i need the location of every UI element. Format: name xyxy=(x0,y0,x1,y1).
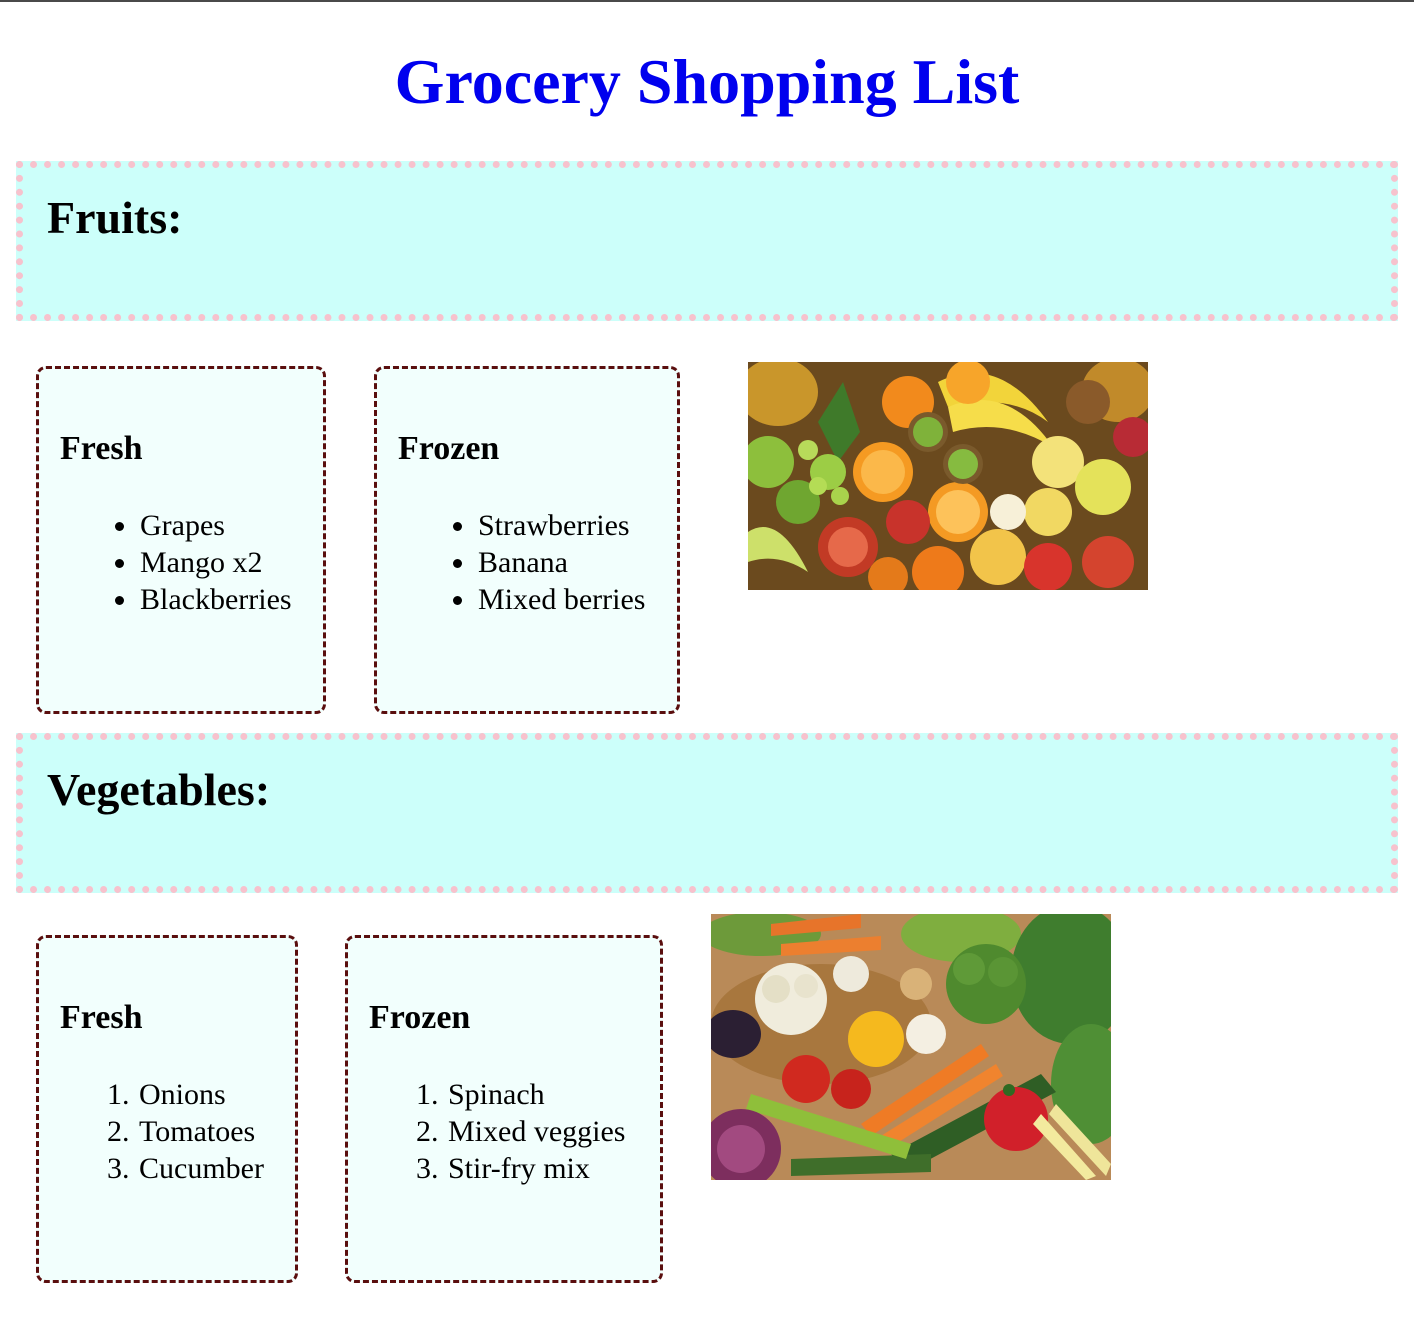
card-heading: Fresh xyxy=(60,430,143,467)
section-vegetables: Vegetables: xyxy=(16,733,1398,893)
list-item: 2. Mixed veggies xyxy=(416,1113,625,1150)
section-heading-vegetables: Vegetables: xyxy=(47,764,271,815)
list-item: Grapes xyxy=(115,507,292,544)
card-heading: Frozen xyxy=(398,430,500,467)
section-fruits: Fruits: xyxy=(16,161,1398,321)
bullet-list: Strawberries Banana Mixed berries xyxy=(452,507,646,618)
section-heading-fruits: Fruits: xyxy=(47,192,183,243)
vegetables-fresh-card: Fresh 1. Onions 2. Tomatoes 3. Cucumber xyxy=(36,935,298,1283)
fruits-fresh-card: Fresh Grapes Mango x2 Blackberries xyxy=(36,366,326,714)
list-item: Mango x2 xyxy=(115,544,292,581)
list-marker: 1. xyxy=(107,1078,130,1111)
bullet-list: Grapes Mango x2 Blackberries xyxy=(115,507,292,618)
fruits-frozen-card: Frozen Strawberries Banana Mixed berries xyxy=(374,366,680,714)
list-item-text: Onions xyxy=(139,1078,226,1111)
list-item: Mixed berries xyxy=(452,583,646,616)
list-item-text: Mixed veggies xyxy=(448,1115,626,1148)
list-item: Blackberries xyxy=(115,583,292,616)
numbered-list: 1. Spinach 2. Mixed veggies 3. Stir-fry mix xyxy=(416,1076,625,1187)
list-item: 3. Cucumber xyxy=(107,1150,264,1187)
list-item: 3. Stir-fry mix xyxy=(416,1150,625,1187)
top-border-line xyxy=(0,0,1414,2)
list-item: 1. Onions xyxy=(107,1076,264,1113)
list-item-text: Spinach xyxy=(448,1078,545,1111)
page-title: Grocery Shopping List xyxy=(394,46,1020,117)
list-item-text: Tomatoes xyxy=(139,1115,256,1148)
list-marker: 3. xyxy=(107,1152,130,1185)
list-item: Strawberries xyxy=(452,507,645,544)
list-marker: 2. xyxy=(416,1115,439,1148)
vegetables-frozen-card: Frozen 1. Spinach 2. Mixed veggies 3. Stir-… xyxy=(345,935,663,1283)
list-item: Banana xyxy=(452,544,645,581)
card-heading: Fresh xyxy=(60,999,143,1036)
list-marker: 2. xyxy=(107,1115,130,1148)
list-item: 1. Spinach xyxy=(416,1076,625,1113)
vegetables-photo xyxy=(711,914,1111,1180)
list-marker: 3. xyxy=(416,1152,439,1185)
list-item-text: Cucumber xyxy=(139,1152,264,1185)
fruits-photo xyxy=(748,362,1148,590)
numbered-list: 1. Onions 2. Tomatoes 3. Cucumber xyxy=(107,1076,264,1187)
card-heading: Frozen xyxy=(369,999,471,1036)
list-marker: 1. xyxy=(416,1078,439,1111)
list-item: 2. Tomatoes xyxy=(107,1113,264,1150)
list-item-text: Stir-fry mix xyxy=(448,1152,590,1185)
